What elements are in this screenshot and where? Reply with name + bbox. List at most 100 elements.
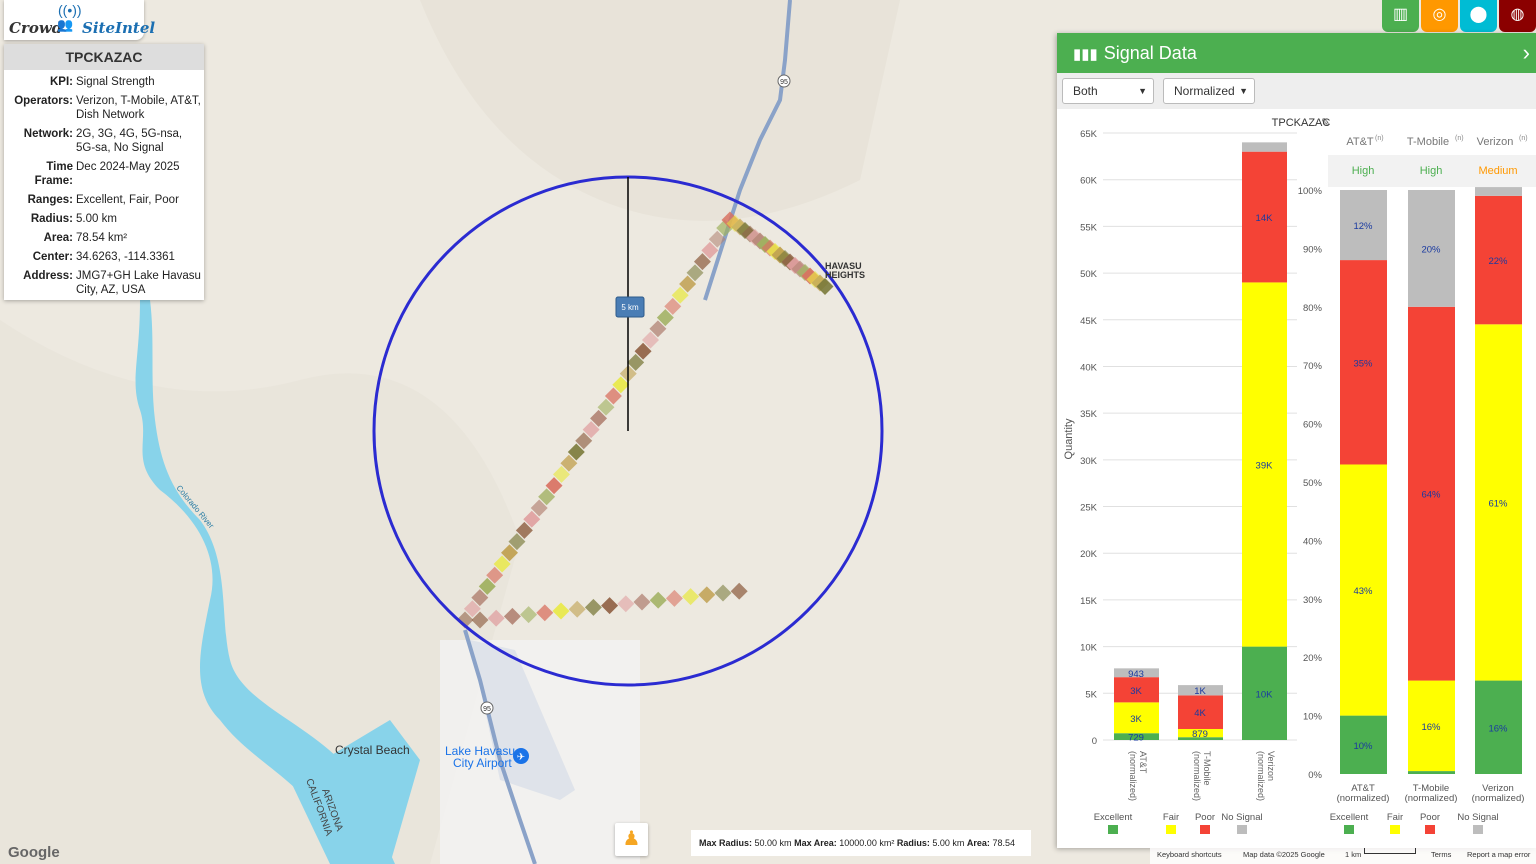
legend-label: Excellent — [1330, 812, 1369, 823]
x-tick-label: T-Mobile — [1202, 751, 1212, 786]
pct-data-label: 10% — [1353, 741, 1373, 752]
y-tick-label: 35K — [1080, 409, 1098, 420]
legend-swatch — [1108, 825, 1118, 834]
legend-label: Poor — [1195, 812, 1215, 823]
charts-area: TPCKAZAC✎05K10K15K20K25K30K35K40K45K50K5… — [1063, 117, 1536, 834]
operator-rating: High — [1352, 165, 1375, 177]
max-radius-value: 50.00 km — [754, 838, 792, 848]
info-key: Radius: — [30, 213, 73, 225]
pct-tick-label: 0% — [1308, 770, 1322, 781]
legend-swatch — [1237, 825, 1247, 834]
edit-icon: ✎ — [1321, 117, 1330, 129]
legend-swatch — [1390, 825, 1400, 834]
info-value: Signal Strength — [76, 76, 155, 88]
legend-swatch — [1425, 825, 1435, 834]
signal-data-panel: ▮▮▮ Signal Data › Both ▼ Normalized ▼ TPCKA… — [1057, 33, 1536, 848]
info-row: KPI: Signal Strength — [4, 75, 204, 89]
pct-x-label: (normalized) — [1337, 793, 1390, 804]
legend-label: Excellent — [1094, 812, 1133, 823]
scale-label: 1 km — [1345, 850, 1362, 859]
info-row: Ranges: Excellent, Fair, Poor — [4, 193, 204, 207]
pct-bar-segment — [1408, 771, 1455, 774]
info-value: 5.00 km — [76, 213, 117, 225]
data-label: 10K — [1256, 689, 1274, 700]
terms-link[interactable]: Terms — [1431, 849, 1451, 861]
pct-x-label: (normalized) — [1472, 793, 1525, 804]
legend-swatch — [1200, 825, 1210, 834]
operator-header: Verizon — [1477, 136, 1514, 148]
y-tick-label: 0 — [1092, 736, 1097, 747]
data-label: 729 — [1128, 733, 1144, 744]
info-value: 2G, 3G, 4G, 5G-nsa, 5G-sa, No Signal — [76, 128, 183, 154]
y-tick-label: 45K — [1080, 316, 1098, 327]
top-toolbar: ▥ ◎ ⬤ ◍ — [1382, 0, 1536, 32]
operator-select-value: Both — [1073, 84, 1098, 98]
report-map-error-link[interactable]: Report a map error — [1467, 849, 1530, 861]
y-tick-label: 20K — [1080, 549, 1098, 560]
y-tick-label: 15K — [1080, 596, 1098, 607]
pct-tick-label: 50% — [1303, 478, 1323, 489]
operator-select[interactable]: Both ▼ — [1062, 78, 1154, 104]
y-tick-label: 60K — [1080, 176, 1098, 187]
data-label: 3K — [1130, 686, 1142, 697]
legend-swatch — [1166, 825, 1176, 834]
highway-95-label: 95 — [780, 79, 788, 86]
pct-tick-label: 60% — [1303, 420, 1323, 431]
panel-title: Signal Data — [1103, 43, 1197, 63]
street-view-pegman[interactable]: ♟ — [615, 823, 648, 856]
pct-data-label: 20% — [1421, 244, 1441, 255]
pct-tick-label: 70% — [1303, 361, 1323, 372]
pct-x-label: (normalized) — [1405, 793, 1458, 804]
pct-data-label: 43% — [1353, 586, 1373, 597]
pct-tick-label: 30% — [1303, 595, 1323, 606]
max-area-value: 10000.00 km² — [839, 838, 895, 848]
pct-tick-label: 10% — [1303, 712, 1323, 723]
x-tick-label: (normalized) — [1192, 751, 1202, 801]
pin-icon[interactable]: ⬤ — [1460, 0, 1497, 32]
mode-select[interactable]: Normalized ▼ — [1163, 78, 1255, 104]
pct-tick-label: 80% — [1303, 303, 1323, 314]
info-value: JMG7+GH Lake Havasu City, AZ, USA — [76, 270, 201, 296]
info-value: 78.54 km² — [76, 232, 128, 244]
legend-swatch — [1344, 825, 1354, 834]
pct-data-label: 12% — [1353, 221, 1373, 232]
pct-tick-label: 40% — [1303, 536, 1323, 547]
bar-chart-icon[interactable]: ▥ — [1382, 0, 1419, 32]
filter-bar: Both ▼ Normalized ▼ — [1057, 73, 1536, 109]
keyboard-shortcuts-link[interactable]: Keyboard shortcuts — [1157, 849, 1222, 861]
legend-label: No Signal — [1457, 812, 1498, 823]
info-title: TPCKAZAC — [4, 44, 204, 70]
y-tick-label: 10K — [1080, 643, 1098, 654]
svg-text:✈: ✈ — [517, 752, 525, 763]
pct-tick-label: 20% — [1303, 653, 1323, 664]
info-value: Excellent, Fair, Poor — [76, 194, 179, 206]
x-tick-label: (normalized) — [1256, 751, 1266, 801]
x-tick-label: AT&T — [1138, 751, 1148, 774]
info-row: Center: 34.6263, -114.3361 — [4, 250, 204, 264]
bar-segment — [1242, 142, 1287, 152]
pct-bar-segment — [1475, 187, 1522, 196]
info-value: Verizon, T-Mobile, AT&T, Dish Network — [76, 95, 201, 121]
info-key: Time Frame: — [34, 161, 73, 187]
info-row: Network: 2G, 3G, 4G, 5G-nsa, 5G-sa, No Si… — [4, 127, 204, 155]
info-row: Address: JMG7+GH Lake Havasu City, AZ, US… — [4, 269, 204, 297]
chevron-down-icon: ▼ — [1239, 86, 1248, 96]
pct-tick-label: 100% — [1298, 186, 1323, 197]
y-axis-label: Quantity — [1063, 418, 1075, 459]
data-label: 14K — [1256, 213, 1274, 224]
map-footer: Keyboard shortcuts Map data ©2025 Google… — [1150, 848, 1536, 864]
area-info-bar: Max Radius: 50.00 km Max Area: 10000.00 … — [691, 830, 1031, 856]
app-logo[interactable]: ((•)) Crowd 👥 SiteIntel — [4, 0, 155, 40]
chevron-right-icon[interactable]: › — [1523, 33, 1530, 73]
bar-chart-icon: ▮▮▮ — [1073, 46, 1098, 63]
target-icon[interactable]: ◎ — [1421, 0, 1458, 32]
mode-select-value: Normalized — [1174, 84, 1235, 98]
legend-label: No Signal — [1221, 812, 1262, 823]
legend-label: Fair — [1163, 812, 1179, 823]
operator-header-sup: (n) — [1455, 135, 1464, 142]
globe-icon[interactable]: ◍ — [1499, 0, 1536, 32]
data-label: 3K — [1130, 714, 1142, 725]
max-radius-key: Max Radius: — [699, 838, 753, 848]
x-tick-label: (normalized) — [1128, 751, 1138, 801]
tower-icon: ((•)) — [58, 2, 82, 18]
